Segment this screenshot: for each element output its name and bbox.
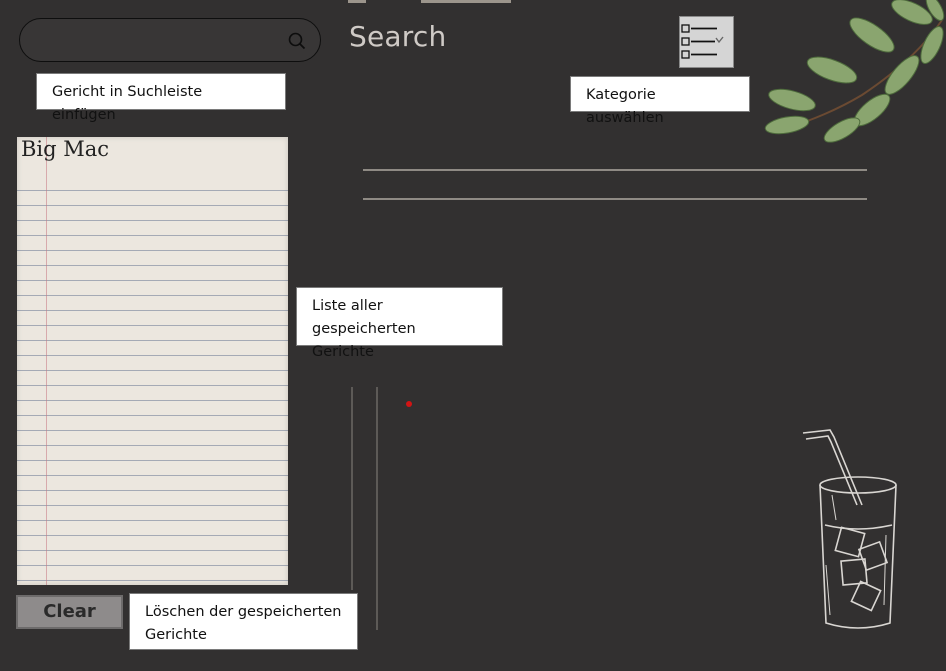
checklist-icon: [681, 24, 724, 59]
vertical-divider: [376, 387, 378, 630]
list-hint-note: Liste aller gespeicherten Gerichte: [296, 287, 503, 360]
top-decoration: [421, 0, 511, 3]
list-hint-line: Gerichte: [312, 344, 374, 360]
clear-hint-line: Gerichte: [145, 627, 207, 643]
drink-glass-icon: [802, 429, 897, 629]
list-item[interactable]: Big Mac: [21, 137, 109, 161]
clear-hint-line: Löschen der gespeicherten: [145, 604, 342, 620]
category-select-button[interactable]: [679, 16, 734, 68]
leaf-branch-icon: [764, 0, 945, 143]
search-icon[interactable]: [288, 32, 306, 50]
indicator-dot: [406, 401, 412, 407]
search-text-field[interactable]: [36, 27, 280, 55]
vertical-divider: [351, 387, 353, 590]
page-title: Search: [349, 20, 447, 53]
clear-hint-note: Löschen der gespeicherten Gerichte: [129, 593, 358, 650]
divider-line: [363, 169, 867, 171]
saved-dishes-list[interactable]: Big Mac: [17, 137, 288, 585]
top-decoration: [348, 0, 366, 3]
search-hint-note: Gericht in Suchleiste einfügen: [36, 73, 286, 123]
list-hint-line: Liste aller gespeicherten: [312, 298, 416, 337]
clear-button[interactable]: Clear: [16, 595, 123, 629]
category-hint-note: Kategorie auswählen: [570, 76, 750, 126]
divider-line: [363, 198, 867, 200]
search-input[interactable]: [19, 18, 321, 62]
